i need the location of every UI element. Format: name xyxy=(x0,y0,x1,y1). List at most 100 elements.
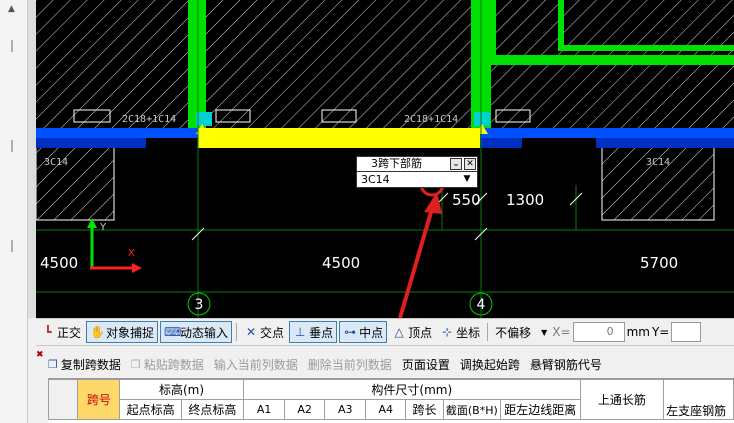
cantilever-rebar-code-button[interactable]: 悬臂钢筋代号 xyxy=(530,356,602,373)
midpoint-label: 中点 xyxy=(359,325,384,340)
perpendicular-snap-button[interactable]: ⊥ 垂点 xyxy=(289,321,338,343)
intersection-label: 交点 xyxy=(260,325,285,340)
ortho-icon: ┗ xyxy=(44,325,52,339)
rebar-label-right: 2C18+1C14 xyxy=(404,114,458,125)
toolbar-separator xyxy=(236,323,238,341)
col-span-length[interactable]: 跨长 xyxy=(405,399,444,420)
dimension-550: 550 xyxy=(452,191,481,209)
snap-toolbar: ┗ 正交 ✋ 对象捕捉 ⌨ 动态输入 ✕ 交点 ⊥ 垂点 ⊶ 中点 △ 顶点 ⊹… xyxy=(36,318,734,346)
beam-blue xyxy=(596,138,734,148)
column-section xyxy=(601,137,715,221)
vertical-scrollbar[interactable] xyxy=(28,0,36,318)
intersection-snap-button[interactable]: ✕ 交点 xyxy=(241,321,287,343)
span-table: 跨号 标高(m) 构件尺寸(mm) 上通长筋 左支座钢筋 起点标高 终点标高 A… xyxy=(47,379,734,420)
col-left-edge-distance[interactable]: 距左边线距离 xyxy=(499,399,581,420)
swap-start-span-button[interactable]: 调换起始跨 xyxy=(460,356,520,373)
scroll-up-icon[interactable]: ▲ xyxy=(8,4,15,14)
slab-region xyxy=(36,0,188,128)
strip-marker xyxy=(11,240,13,252)
column-section xyxy=(36,137,115,221)
dimension-right: 5700 xyxy=(640,254,678,272)
row-header-corner xyxy=(47,379,79,420)
snap-hand-icon: ✋ xyxy=(90,325,105,339)
slab-region xyxy=(206,0,471,128)
copy-span-button[interactable]: ❐ 复制跨数据 xyxy=(48,356,121,373)
coordinate-snap-button[interactable]: ⊹ 坐标 xyxy=(437,321,483,343)
ucs-y-label: Y xyxy=(99,222,107,233)
toolbar-separator xyxy=(487,323,489,341)
selected-beam-span xyxy=(198,128,480,148)
left-panel-strip: ▲ xyxy=(0,0,28,423)
col-a1[interactable]: A1 xyxy=(242,399,286,420)
perpendicular-label: 垂点 xyxy=(309,325,334,340)
col-elevation: 标高(m) xyxy=(119,379,244,400)
span-actions-bar: ❐ 复制跨数据 ❐ 粘贴跨数据 输入当前列数据 删除当前列数据 页面设置 调换起… xyxy=(48,352,602,376)
col-dimensions: 构件尺寸(mm) xyxy=(242,379,581,400)
span-data-grid: 跨号 标高(m) 构件尺寸(mm) 上通长筋 左支座钢筋 起点标高 终点标高 A… xyxy=(47,378,734,423)
col-a4[interactable]: A4 xyxy=(365,399,407,420)
ortho-label: 正交 xyxy=(57,325,82,340)
coordinate-icon: ⊹ xyxy=(442,325,453,339)
popup-title-text: 3跨下部筋 xyxy=(371,157,422,170)
swap-start-span-label: 调换起始跨 xyxy=(459,357,520,372)
popup-title: 3跨下部筋 ⌄ ✕ xyxy=(357,157,477,172)
page-setup-label: 页面设置 xyxy=(401,357,450,372)
paste-span-label: 粘贴跨数据 xyxy=(143,357,204,372)
dynamic-input-label: 动态输入 xyxy=(180,325,229,340)
copy-icon: ❐ xyxy=(48,357,58,371)
vertex-snap-button[interactable]: △ 顶点 xyxy=(389,321,435,343)
beam-blue xyxy=(36,138,146,148)
chevron-down-icon: ▼ xyxy=(541,327,548,337)
axis-label-3: 3 xyxy=(195,297,204,313)
dropdown-arrow-icon[interactable]: ▼ xyxy=(461,174,473,185)
object-snap-button[interactable]: ✋ 对象捕捉 xyxy=(86,321,159,343)
drawing-canvas[interactable]: 3 4 2C18+1C14 2C18+1C14 3C14 3C14 550 13… xyxy=(36,0,734,318)
strip-marker xyxy=(11,140,13,152)
dimension-1300: 1300 xyxy=(506,191,544,209)
green-column xyxy=(188,0,206,128)
page-setup-button[interactable]: 页面设置 xyxy=(402,356,450,373)
annotation-arrow-shaft xyxy=(398,201,436,318)
x-coord-input[interactable]: 0 xyxy=(572,322,625,342)
collapse-icon[interactable]: ⌄ xyxy=(450,158,462,170)
col-start-elevation[interactable]: 起点标高 xyxy=(119,399,183,420)
paste-span-button[interactable]: ❐ 粘贴跨数据 xyxy=(131,356,204,373)
rebar-label-left-box: 3C14 xyxy=(44,157,68,168)
offset-mode-select[interactable]: 不偏移 ▼ xyxy=(492,322,550,342)
rebar-label-left: 2C18+1C14 xyxy=(122,114,176,125)
delete-column-button[interactable]: 删除当前列数据 xyxy=(308,356,392,373)
vertex-label: 顶点 xyxy=(408,325,433,340)
dimension-center: 4500 xyxy=(322,254,360,272)
panel-close-icon[interactable]: ✖ xyxy=(36,350,48,362)
y-coord-input[interactable] xyxy=(671,322,702,342)
node-marker xyxy=(474,112,490,126)
input-column-button[interactable]: 输入当前列数据 xyxy=(214,356,298,373)
span-rebar-popup: 3跨下部筋 ⌄ ✕ 3C14 ▼ xyxy=(356,156,478,188)
col-a2[interactable]: A2 xyxy=(284,399,325,420)
rebar-label-right-box: 3C14 xyxy=(646,157,670,168)
midpoint-snap-button[interactable]: ⊶ 中点 xyxy=(339,321,388,343)
ortho-button[interactable]: ┗ 正交 xyxy=(38,321,84,343)
intersection-icon: ✕ xyxy=(246,325,257,339)
strip-marker xyxy=(11,40,13,52)
input-column-label: 输入当前列数据 xyxy=(213,357,298,372)
y-coord-label: Y= xyxy=(651,325,670,339)
offset-mode-value: 不偏移 xyxy=(495,325,532,340)
dynamic-input-button[interactable]: ⌨ 动态输入 xyxy=(160,321,233,343)
col-end-elevation[interactable]: 终点标高 xyxy=(181,399,244,420)
popup-value-field[interactable]: 3C14 ▼ xyxy=(357,172,477,188)
midpoint-icon: ⊶ xyxy=(344,325,357,339)
dynamic-input-icon: ⌨ xyxy=(164,325,182,339)
popup-value[interactable]: 3C14 xyxy=(361,173,390,186)
col-section[interactable]: 截面(B*H) xyxy=(442,399,501,420)
dimension-left: 4500 xyxy=(40,254,78,272)
close-icon[interactable]: ✕ xyxy=(464,158,476,170)
coordinate-label: 坐标 xyxy=(456,325,481,340)
col-span-number[interactable]: 跨号 xyxy=(77,379,121,420)
col-top-through-rebar[interactable]: 上通长筋 xyxy=(579,379,665,420)
col-left-support-rebar[interactable]: 左支座钢筋 xyxy=(663,379,734,420)
x-coord-label: X= xyxy=(552,325,571,339)
paste-icon: ❐ xyxy=(130,357,141,371)
col-a3[interactable]: A3 xyxy=(323,399,367,420)
copy-span-label: 复制跨数据 xyxy=(60,357,121,372)
